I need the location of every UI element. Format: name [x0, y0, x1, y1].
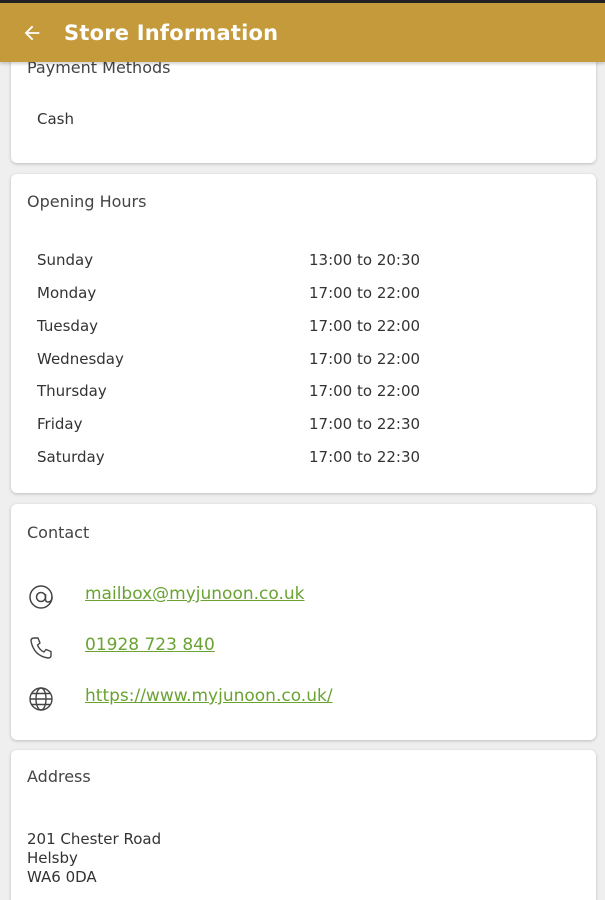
time-range: 17:00 to 22:00 [309, 317, 421, 335]
address-card: Address 201 Chester Road Helsby WA6 0DA [11, 750, 596, 900]
time-range: 13:00 to 20:30 [309, 251, 421, 269]
time-range: 17:00 to 22:00 [309, 382, 421, 400]
phone-icon [30, 637, 52, 659]
hours-row-saturday: Saturday 17:00 to 22:30 [37, 448, 577, 472]
day-label: Wednesday [37, 350, 124, 368]
time-range: 17:00 to 22:30 [309, 448, 421, 466]
contact-email-row: mailbox@myjunoon.co.uk [27, 581, 577, 611]
app-bar: Store Information [0, 0, 605, 62]
website-link[interactable]: https://www.myjunoon.co.uk/ [85, 686, 333, 706]
hours-row-monday: Monday 17:00 to 22:00 [37, 284, 577, 308]
payment-method-item: Cash [37, 110, 74, 128]
day-label: Sunday [37, 251, 94, 269]
at-icon [29, 585, 53, 609]
time-range: 17:00 to 22:30 [309, 415, 421, 433]
address-block: 201 Chester Road Helsby WA6 0DA [27, 830, 161, 887]
hours-row-sunday: Sunday 13:00 to 20:30 [37, 251, 577, 275]
hours-row-friday: Friday 17:00 to 22:30 [37, 415, 577, 439]
opening-hours-title: Opening Hours [27, 192, 147, 211]
phone-link[interactable]: 01928 723 840 [85, 635, 215, 655]
address-title: Address [27, 767, 91, 786]
hours-row-thursday: Thursday 17:00 to 22:00 [37, 382, 577, 406]
time-range: 17:00 to 22:00 [309, 284, 421, 302]
globe-icon [29, 687, 53, 711]
day-label: Thursday [37, 382, 107, 400]
address-line-1: 201 Chester Road [27, 830, 162, 848]
contact-phone-row: 01928 723 840 [27, 632, 577, 662]
day-label: Saturday [37, 448, 105, 466]
arrow-left-icon [24, 25, 40, 40]
payment-methods-card: Payment Methods Cash [11, 62, 596, 163]
day-label: Friday [37, 415, 83, 433]
hours-row-wednesday: Wednesday 17:00 to 22:00 [37, 350, 577, 374]
page-title: Store Information [64, 20, 279, 45]
contact-card: Contact mailbox@myjunoon.co.uk 01928 723… [11, 504, 596, 740]
opening-hours-card: Opening Hours Sunday 13:00 to 20:30 Mond… [11, 174, 596, 493]
store-info-content[interactable]: Payment Methods Cash Opening Hours Sunda… [0, 62, 605, 900]
day-label: Tuesday [37, 317, 99, 335]
hours-row-tuesday: Tuesday 17:00 to 22:00 [37, 317, 577, 341]
payment-methods-title: Payment Methods [27, 62, 171, 77]
email-link[interactable]: mailbox@myjunoon.co.uk [85, 584, 305, 604]
address-line-2: Helsby [27, 849, 78, 867]
contact-website-row: https://www.myjunoon.co.uk/ [27, 683, 577, 713]
back-button[interactable] [0, 3, 64, 62]
time-range: 17:00 to 22:00 [309, 350, 421, 368]
contact-title: Contact [27, 523, 90, 542]
address-line-3: WA6 0DA [27, 868, 97, 886]
day-label: Monday [37, 284, 97, 302]
